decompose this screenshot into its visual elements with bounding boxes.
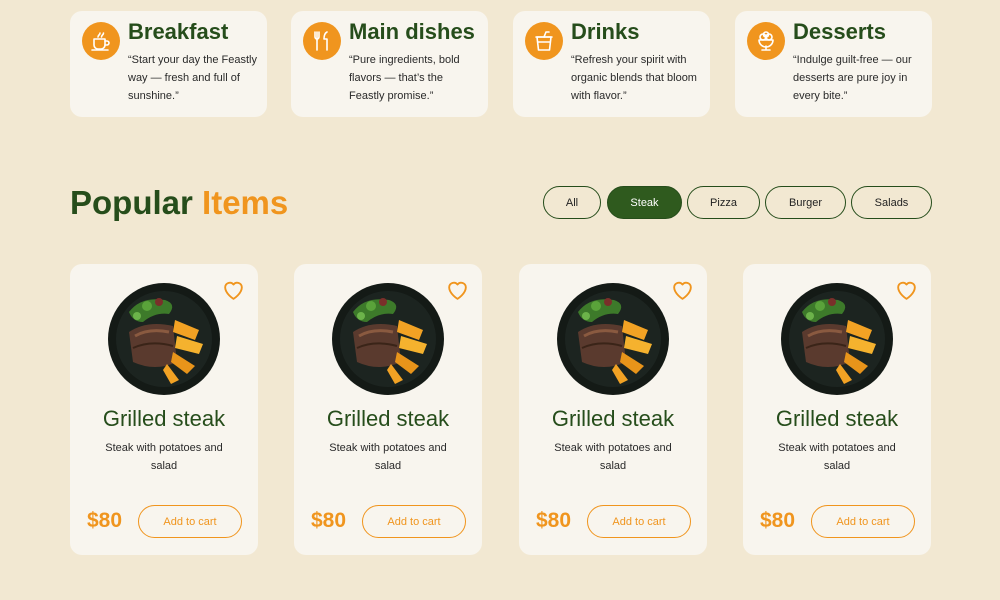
section-title: Popular Items: [70, 184, 288, 222]
product-card[interactable]: Grilled steak Steak with potatoes and sa…: [743, 264, 931, 555]
filter-steak-button[interactable]: Steak: [607, 186, 682, 219]
product-price: $80: [536, 509, 572, 532]
category-card-breakfast[interactable]: Breakfast “Start your day the Feastly wa…: [70, 11, 267, 117]
product-card[interactable]: Grilled steak Steak with potatoes and sa…: [294, 264, 482, 555]
product-grid: Grilled steak Steak with potatoes and sa…: [70, 264, 932, 556]
product-name: Grilled steak: [775, 406, 899, 431]
category-description: “Pure ingredients, bold flavors — that’s…: [349, 54, 460, 102]
product-name: Grilled steak: [551, 406, 675, 431]
steak-dish-image: [107, 282, 221, 396]
category-title: Main dishes: [349, 19, 475, 44]
filter-bar: All Steak Pizza Burger Salads: [543, 186, 932, 220]
category-description: “Start your day the Feastly way — fresh …: [128, 54, 257, 102]
product-description: Steak with potatoes and salad: [778, 442, 896, 472]
product-name: Grilled steak: [326, 406, 450, 431]
filter-all-button[interactable]: All: [543, 186, 601, 219]
product-price: $80: [760, 509, 796, 532]
filter-salads-button[interactable]: Salads: [851, 186, 932, 219]
heart-outline-icon[interactable]: [893, 277, 919, 301]
fork-knife-icon: [303, 22, 341, 60]
product-description: Steak with potatoes and salad: [554, 442, 672, 472]
add-to-cart-button[interactable]: Add to cart: [138, 505, 242, 538]
steak-dish-image: [331, 282, 445, 396]
drink-cup-icon: [525, 22, 563, 60]
product-description: Steak with potatoes and salad: [105, 442, 223, 472]
filter-burger-button[interactable]: Burger: [765, 186, 846, 219]
ice-cream-bowl-icon: [747, 22, 785, 60]
category-description: “Indulge guilt-free — our desserts are p…: [793, 54, 912, 102]
product-description: Steak with potatoes and salad: [329, 442, 447, 472]
category-title: Drinks: [571, 19, 640, 44]
heart-outline-icon[interactable]: [444, 277, 470, 301]
steak-dish-image: [780, 282, 894, 396]
product-price: $80: [311, 509, 347, 532]
section-title-main: Popular: [70, 184, 193, 221]
section-title-accent: Items: [202, 184, 289, 221]
heart-outline-icon[interactable]: [669, 277, 695, 301]
add-to-cart-button[interactable]: Add to cart: [587, 505, 691, 538]
product-price: $80: [87, 509, 123, 532]
category-list: Breakfast “Start your day the Feastly wa…: [70, 11, 932, 117]
category-card-main-dishes[interactable]: Main dishes “Pure ingredients, bold flav…: [291, 11, 488, 117]
category-title: Desserts: [793, 19, 886, 44]
category-description: “Refresh your spirit with organic blends…: [571, 54, 697, 102]
filter-pizza-button[interactable]: Pizza: [687, 186, 760, 219]
category-card-drinks[interactable]: Drinks “Refresh your spirit with organic…: [513, 11, 710, 117]
breakfast-cup-icon: [82, 22, 120, 60]
heart-outline-icon[interactable]: [220, 277, 246, 301]
product-card[interactable]: Grilled steak Steak with potatoes and sa…: [519, 264, 707, 555]
product-name: Grilled steak: [102, 406, 226, 431]
add-to-cart-button[interactable]: Add to cart: [362, 505, 466, 538]
add-to-cart-button[interactable]: Add to cart: [811, 505, 915, 538]
category-card-desserts[interactable]: Desserts “Indulge guilt-free — our desse…: [735, 11, 932, 117]
category-title: Breakfast: [128, 19, 229, 44]
product-card[interactable]: Grilled steak Steak with potatoes and sa…: [70, 264, 258, 555]
steak-dish-image: [556, 282, 670, 396]
